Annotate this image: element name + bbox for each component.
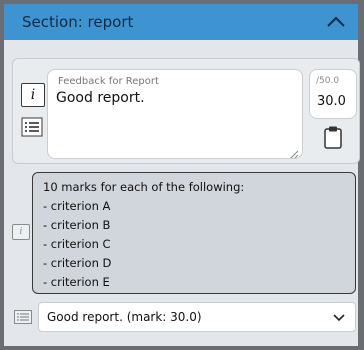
criteria-line: - criterion C <box>43 237 111 251</box>
feedback-panel: i Feedback for Report Good report. /50.0… <box>12 58 360 164</box>
mark-input[interactable]: /50.0 30.0 <box>309 69 357 119</box>
mark-max-label: /50.0 <box>316 76 340 86</box>
criteria-box: 10 marks for each of the following: - cr… <box>32 172 356 294</box>
resize-grip-icon[interactable] <box>288 144 299 158</box>
chevron-up-icon <box>327 16 345 27</box>
criteria-info-icon: i <box>12 224 30 240</box>
comment-list-icon <box>14 309 32 324</box>
criteria-line: - criterion E <box>43 275 110 289</box>
criteria-line: 10 marks for each of the following: <box>43 180 245 194</box>
clipboard-icon[interactable] <box>322 125 344 149</box>
feedback-value: Good report. <box>56 90 145 106</box>
section-panel: Section: report i Feedback for Report Go… <box>4 4 360 346</box>
collapse-button[interactable] <box>324 10 348 34</box>
info-icon[interactable]: i <box>21 83 45 107</box>
criteria-line: - criterion B <box>43 218 111 232</box>
comment-select-value: Good report. (mark: 30.0) <box>47 310 202 324</box>
section-title: Section: report <box>22 13 134 31</box>
criteria-line: - criterion D <box>43 256 112 270</box>
feedback-textarea[interactable]: Feedback for Report Good report. <box>47 69 303 159</box>
section-header[interactable]: Section: report <box>4 4 358 40</box>
comment-select[interactable]: Good report. (mark: 30.0) <box>38 302 356 332</box>
chevron-down-icon <box>333 314 345 322</box>
criteria-line: - criterion A <box>43 199 111 213</box>
list-icon[interactable] <box>21 117 43 137</box>
mark-value: 30.0 <box>317 94 346 109</box>
feedback-label: Feedback for Report <box>58 76 159 87</box>
